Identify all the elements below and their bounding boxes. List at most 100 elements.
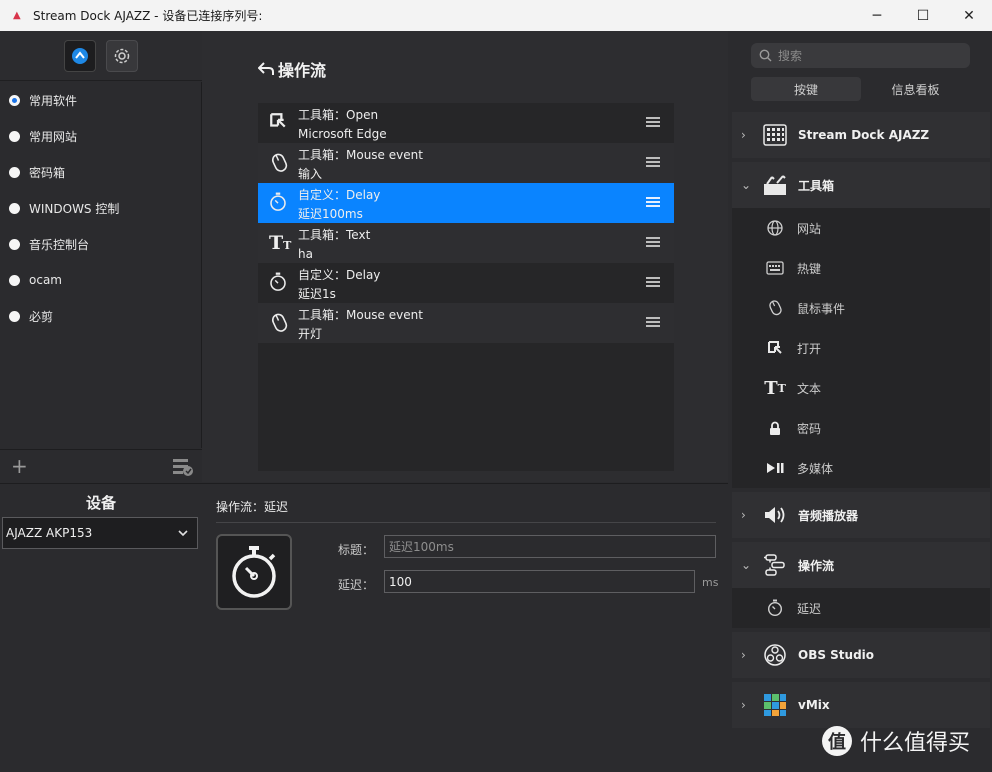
delay-input[interactable]: 100 (384, 570, 695, 593)
profile-item[interactable]: ocam (0, 262, 201, 298)
tab-keys[interactable]: 按键 (751, 77, 861, 101)
maximize-button[interactable]: ☐ (900, 0, 946, 31)
profile-radio[interactable] (9, 130, 20, 142)
flow-item[interactable]: TT 工具箱：Text ha (258, 223, 674, 263)
profile-label: 常用网站 (29, 129, 78, 144)
stopwatch-icon (232, 546, 276, 598)
keyboard-icon (765, 258, 785, 278)
mouse-icon (269, 152, 289, 172)
settings-button[interactable] (106, 40, 138, 72)
profile-label: 常用软件 (29, 93, 78, 108)
title-input[interactable]: 延迟100ms (384, 535, 716, 558)
profile-view-button[interactable] (64, 40, 96, 72)
profile-item[interactable]: 密码箱 (0, 154, 201, 190)
category-label: Stream Dock AJAZZ (798, 128, 930, 142)
flow-item-subtitle: ha (298, 247, 313, 261)
profile-radio[interactable] (9, 238, 20, 250)
action-text[interactable]: TT 文本 (732, 368, 990, 408)
close-button[interactable]: ✕ (946, 0, 992, 31)
profile-item[interactable]: 必剪 (0, 298, 201, 334)
flow-item-title: 工具箱：Mouse event (298, 148, 423, 162)
action-hotkey[interactable]: 热键 (732, 248, 990, 288)
drag-handle-icon[interactable] (646, 317, 660, 327)
tab-info-board[interactable]: 信息看板 (861, 77, 970, 101)
profile-item[interactable]: 音乐控制台 (0, 226, 201, 262)
action-label: 密码 (797, 421, 822, 436)
flow-item-subtitle: 延迟1s (298, 287, 336, 301)
title-bar: ▲ Stream Dock AJAZZ - 设备已连接序列号: ─ ☐ ✕ (0, 0, 992, 31)
profile-item[interactable]: 常用软件 (0, 82, 201, 118)
gear-icon (114, 48, 130, 64)
left-toolbar (0, 31, 202, 81)
category-toolbox[interactable]: ⌄ 工具箱 (732, 162, 990, 208)
flow-item-title: 自定义：Delay (298, 188, 381, 202)
category-streamdock[interactable]: › Stream Dock AJAZZ (732, 112, 990, 158)
left-pane: 常用软件 常用网站 密码箱 WINDOWS 控制 音乐控制台 ocam 必剪 + 设备 AJ… (0, 31, 202, 772)
category-label: 音频播放器 (798, 508, 859, 523)
action-mouse-event[interactable]: 鼠标事件 (732, 288, 990, 328)
search-input[interactable]: 搜索 (751, 43, 970, 68)
flow-item-text: 工具箱：Open Microsoft Edge (298, 106, 387, 144)
flow-item-subtitle: 输入 (298, 167, 323, 181)
drag-handle-icon[interactable] (646, 117, 660, 127)
speaker-icon (763, 503, 787, 527)
action-password[interactable]: 密码 (732, 408, 990, 448)
profile-label: 密码箱 (29, 165, 66, 180)
drag-handle-icon[interactable] (646, 277, 660, 287)
profile-radio[interactable] (9, 94, 20, 106)
profile-item[interactable]: WINDOWS 控制 (0, 190, 201, 226)
profile-manage-icon[interactable] (172, 457, 194, 477)
flow-item[interactable]: 工具箱：Mouse event 输入 (258, 143, 674, 183)
title-field-label: 标题： (337, 543, 374, 557)
action-open[interactable]: 打开 (732, 328, 990, 368)
flow-item-text: 自定义：Delay 延迟1s (298, 266, 380, 304)
toolbox-icon (763, 173, 787, 197)
vmix-logo-icon (763, 693, 787, 717)
chevron-right-icon: › (741, 508, 746, 522)
profile-radio[interactable] (9, 166, 20, 178)
flow-item[interactable]: 自定义：Delay 延迟1s (258, 263, 674, 303)
action-multimedia[interactable]: 多媒体 (732, 448, 990, 488)
flow-item-subtitle: 延迟100ms (298, 207, 363, 221)
profile-label: 必剪 (29, 309, 54, 324)
profile-radio[interactable] (9, 310, 20, 322)
device-select[interactable]: AJAZZ AKP153 (2, 517, 198, 549)
flow-item[interactable]: 自定义：Delay 延迟100ms (258, 183, 674, 223)
flow-item-title: 工具箱：Open (298, 108, 379, 122)
action-delay[interactable]: 延迟 (732, 588, 990, 628)
flow-item-text: 工具箱：Text ha (298, 226, 370, 264)
drag-handle-icon[interactable] (646, 197, 660, 207)
add-profile-button[interactable]: + (11, 454, 28, 478)
category-audio-player[interactable]: › 音频播放器 (732, 492, 990, 538)
flow-item-title: 工具箱：Text (298, 228, 371, 242)
profile-radio[interactable] (9, 274, 20, 286)
action-label: 网站 (797, 221, 822, 236)
action-icon-preview[interactable] (216, 534, 292, 610)
profile-label: 音乐控制台 (29, 237, 90, 252)
profile-item[interactable]: 常用网站 (0, 118, 201, 154)
category-vmix[interactable]: › vMix (732, 682, 990, 728)
flow-item[interactable]: 工具箱：Mouse event 开灯 (258, 303, 674, 343)
mouse-icon (765, 298, 785, 318)
profile-radio[interactable] (9, 202, 20, 214)
flow-icon (763, 553, 787, 577)
flow-item-subtitle: Microsoft Edge (298, 127, 387, 141)
profile-label: ocam (29, 273, 62, 287)
drag-handle-icon[interactable] (646, 237, 660, 247)
back-button[interactable]: 操作流 (258, 57, 326, 81)
minimize-button[interactable]: ─ (854, 0, 900, 31)
action-website[interactable]: 网站 (732, 208, 990, 248)
flow-item-title: 自定义：Delay (298, 268, 381, 282)
flow-item[interactable]: 工具箱：Open Microsoft Edge (258, 103, 674, 143)
category-action-flow[interactable]: ⌄ 操作流 (732, 542, 990, 588)
app-logo-icon (72, 48, 88, 64)
flow-item-title: 工具箱：Mouse event (298, 308, 423, 322)
lock-icon (765, 418, 785, 438)
device-select-value: AJAZZ AKP153 (6, 526, 93, 540)
category-obs-studio[interactable]: › OBS Studio (732, 632, 990, 678)
category-label: OBS Studio (798, 648, 875, 662)
flow-editor: 操作流 工具箱：Open Microsoft Edge 工具箱：Mouse even… (202, 31, 728, 482)
drag-handle-icon[interactable] (646, 157, 660, 167)
stopwatch-icon (269, 272, 289, 292)
flow-item-text: 工具箱：Mouse event 输入 (298, 146, 423, 184)
